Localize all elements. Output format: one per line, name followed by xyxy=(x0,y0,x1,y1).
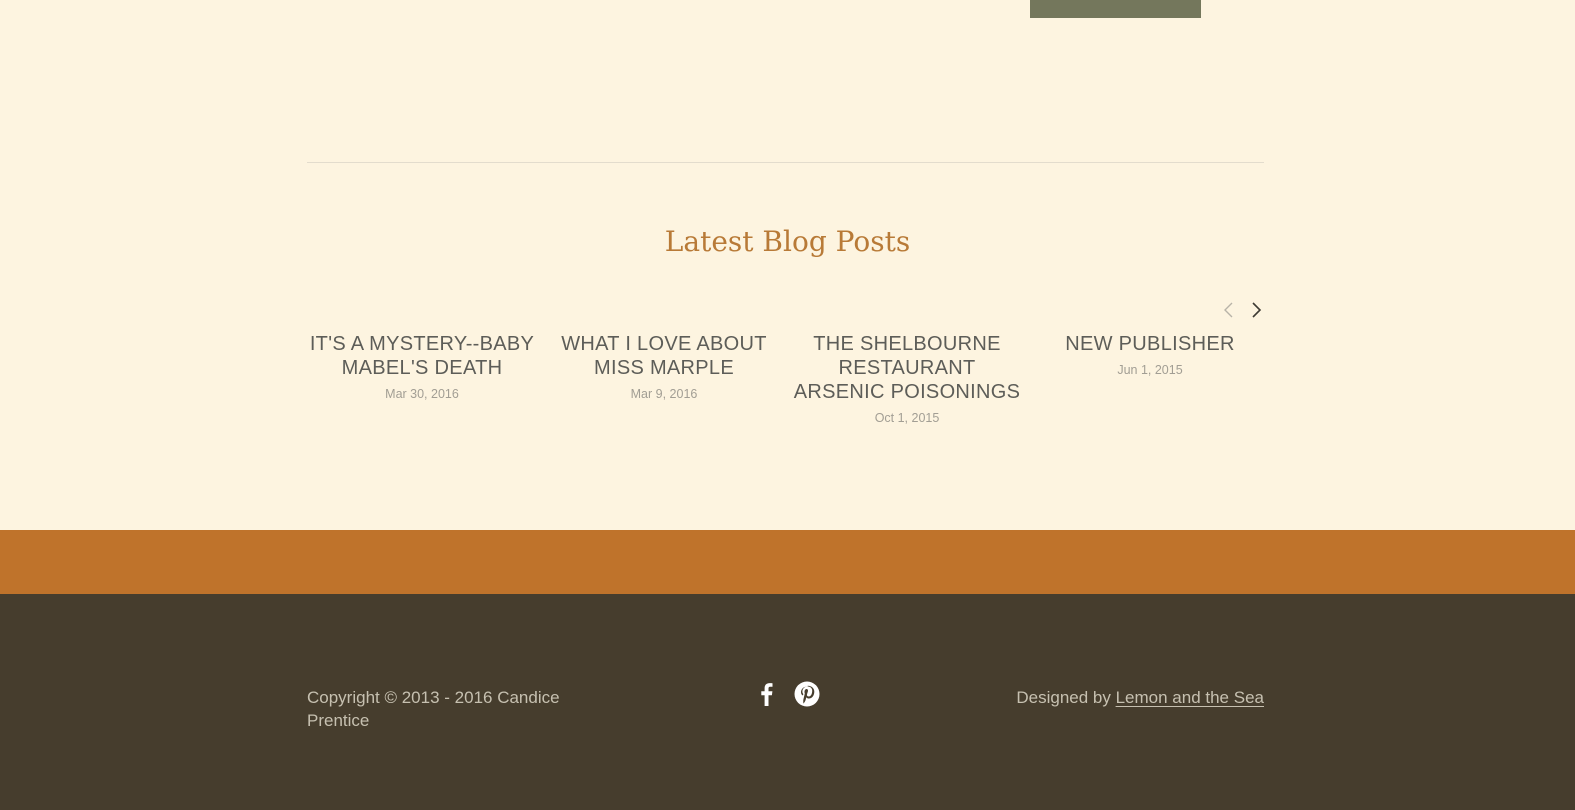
top-button[interactable] xyxy=(1030,0,1201,18)
social-links xyxy=(754,680,820,708)
post-date: Oct 1, 2015 xyxy=(874,411,940,425)
site-footer: Copyright © 2013 - 2016 Candice Prentice… xyxy=(0,594,1575,810)
blog-post-card[interactable]: IT'S A MYSTERY--BABY MABEL'S DEATH Mar 3… xyxy=(307,332,537,401)
post-title[interactable]: WHAT I LOVE ABOUT MISS MARPLE xyxy=(549,332,779,380)
section-divider xyxy=(307,162,1264,163)
carousel-next-button[interactable] xyxy=(1246,300,1266,320)
blog-post-card[interactable]: THE SHELBOURNE RESTAURANT ARSENIC POISON… xyxy=(792,332,1022,425)
post-title[interactable]: NEW PUBLISHER xyxy=(1035,332,1265,356)
blog-post-card[interactable]: NEW PUBLISHER Jun 1, 2015 xyxy=(1035,332,1265,377)
post-date: Mar 9, 2016 xyxy=(630,387,698,401)
chevron-right-icon xyxy=(1252,302,1262,318)
blog-section-title: Latest Blog Posts xyxy=(664,225,911,258)
post-date: Mar 30, 2016 xyxy=(385,387,459,401)
blog-post-card[interactable]: WHAT I LOVE ABOUT MISS MARPLE Mar 9, 201… xyxy=(549,332,779,401)
designer-credit-prefix: Designed by xyxy=(1016,688,1116,707)
facebook-icon[interactable] xyxy=(754,681,780,707)
designer-credit: Designed by Lemon and the Sea xyxy=(1016,686,1264,709)
blog-posts-carousel: IT'S A MYSTERY--BABY MABEL'S DEATH Mar 3… xyxy=(307,332,1264,452)
page-background: Latest Blog Posts IT'S A MYSTERY--BABY M… xyxy=(0,0,1575,530)
post-title[interactable]: IT'S A MYSTERY--BABY MABEL'S DEATH xyxy=(307,332,537,380)
carousel-prev-button[interactable] xyxy=(1219,300,1239,320)
post-title[interactable]: THE SHELBOURNE RESTAURANT ARSENIC POISON… xyxy=(792,332,1022,404)
copyright-text: Copyright © 2013 - 2016 Candice Prentice xyxy=(307,688,560,730)
pinterest-icon[interactable] xyxy=(794,681,820,707)
designer-link[interactable]: Lemon and the Sea xyxy=(1116,688,1264,707)
accent-band xyxy=(0,530,1575,594)
chevron-left-icon xyxy=(1224,302,1233,318)
post-date: Jun 1, 2015 xyxy=(1117,363,1183,377)
